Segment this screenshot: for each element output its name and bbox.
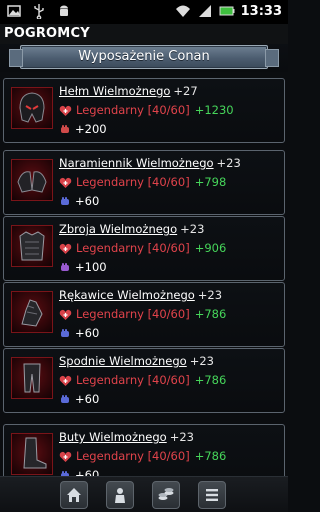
item-name[interactable]: Spodnie Wielmożnego <box>59 354 187 368</box>
home-icon <box>67 488 81 502</box>
status-bar: 13:33 <box>0 0 288 24</box>
item-rarity: Legendarny [40/60] <box>76 449 190 463</box>
item-name[interactable]: Rękawice Wielmożnego <box>59 288 195 302</box>
battery-icon <box>219 6 235 16</box>
rarity-heart-icon <box>59 309 72 320</box>
item-name[interactable]: Naramiennik Wielmożnego <box>59 156 214 170</box>
boots-thumbnail <box>11 433 53 475</box>
item-stat: +60 <box>75 326 100 340</box>
rarity-heart-icon <box>59 375 72 386</box>
equipment-card-gloves[interactable]: Rękawice Wielmożnego +23 Legendarny [40/6… <box>3 282 285 347</box>
rarity-heart-icon <box>59 451 72 462</box>
usb-icon <box>34 4 44 19</box>
item-stat: +60 <box>75 392 100 406</box>
equipment-card-boots[interactable]: Buty Wielmożnego +23 Legendarny [40/60] +… <box>3 424 285 476</box>
shoulders-thumbnail <box>11 159 53 201</box>
item-bonus: +786 <box>194 373 227 387</box>
app-title: POGROMCY <box>4 26 90 41</box>
pants-thumbnail <box>11 357 53 399</box>
item-bonus: +1230 <box>194 103 234 117</box>
fist-icon <box>61 197 69 205</box>
banner-plate: Wyposażenie Conan <box>9 45 279 69</box>
fist-icon <box>61 263 69 271</box>
item-rarity: Legendarny [40/60] <box>76 175 190 189</box>
item-level: +23 <box>180 222 205 236</box>
menu-icon <box>206 489 218 501</box>
rarity-heart-icon <box>59 105 72 116</box>
bottom-nav <box>0 476 288 512</box>
item-level: +27 <box>173 84 198 98</box>
equipment-card-helmet[interactable]: Hełm Wielmożnego +27 Legendarny [40/60] +… <box>3 78 285 143</box>
leg-armor-icon <box>23 363 41 393</box>
item-stat: +60 <box>75 194 100 208</box>
app-bar: POGROMCY <box>0 24 288 44</box>
item-name[interactable]: Buty Wielmożnego <box>59 430 167 444</box>
item-level: +23 <box>216 156 241 170</box>
status-time: 13:33 <box>240 3 282 19</box>
item-bonus: +798 <box>194 175 227 189</box>
item-rarity: Legendarny [40/60] <box>76 307 190 321</box>
helmet-thumbnail <box>11 87 53 129</box>
item-level: +23 <box>189 354 214 368</box>
section-banner: Wyposażenie Conan <box>0 44 288 72</box>
helmet-icon <box>19 92 45 123</box>
item-name[interactable]: Hełm Wielmożnego <box>59 84 170 98</box>
character-button[interactable] <box>106 481 134 509</box>
rarity-heart-icon <box>59 177 72 188</box>
item-rarity: Legendarny [40/60] <box>76 373 190 387</box>
item-stat: +100 <box>75 260 107 274</box>
coins-button[interactable] <box>152 481 180 509</box>
chest-armor-icon <box>19 231 45 261</box>
menu-button[interactable] <box>198 481 226 509</box>
coins-icon <box>158 488 174 500</box>
character-icon <box>115 488 125 503</box>
item-bonus: +786 <box>194 307 227 321</box>
fist-icon <box>61 471 69 476</box>
equipment-card-pants[interactable]: Spodnie Wielmożnego +23 Legendarny [40/60… <box>3 348 285 413</box>
banner-title: Wyposażenie Conan <box>78 49 210 64</box>
item-level: +23 <box>197 288 223 302</box>
item-level: +23 <box>169 430 194 444</box>
item-stat: +60 <box>75 468 100 476</box>
android-icon <box>60 5 68 16</box>
item-bonus: +786 <box>194 449 227 463</box>
item-rarity: Legendarny [40/60] <box>76 103 190 117</box>
equipment-card-shoulders[interactable]: Naramiennik Wielmożnego +23 Legendarny [4… <box>3 150 285 215</box>
wifi-icon <box>175 5 190 17</box>
item-stat: +200 <box>75 122 107 136</box>
boots-icon <box>23 437 47 469</box>
item-name[interactable]: Zbroja Wielmożnego <box>59 222 177 236</box>
equipment-card-armor[interactable]: Zbroja Wielmożnego +23 Legendarny [40/60]… <box>3 216 285 281</box>
equipment-list[interactable]: Hełm Wielmożnego +27 Legendarny [40/60] +… <box>0 72 288 476</box>
armor-thumbnail <box>11 225 53 267</box>
signal-icon <box>198 5 211 17</box>
home-button[interactable] <box>60 481 88 509</box>
image-icon <box>7 5 21 17</box>
gloves-icon <box>21 299 43 327</box>
gloves-thumbnail <box>11 291 53 333</box>
rarity-heart-icon <box>59 243 72 254</box>
item-rarity: Legendarny [40/60] <box>76 241 190 255</box>
item-bonus: +906 <box>194 241 227 255</box>
fist-icon <box>61 395 69 403</box>
fist-icon <box>61 329 69 337</box>
shoulder-armor-icon <box>17 171 47 193</box>
fist-icon <box>61 125 69 133</box>
